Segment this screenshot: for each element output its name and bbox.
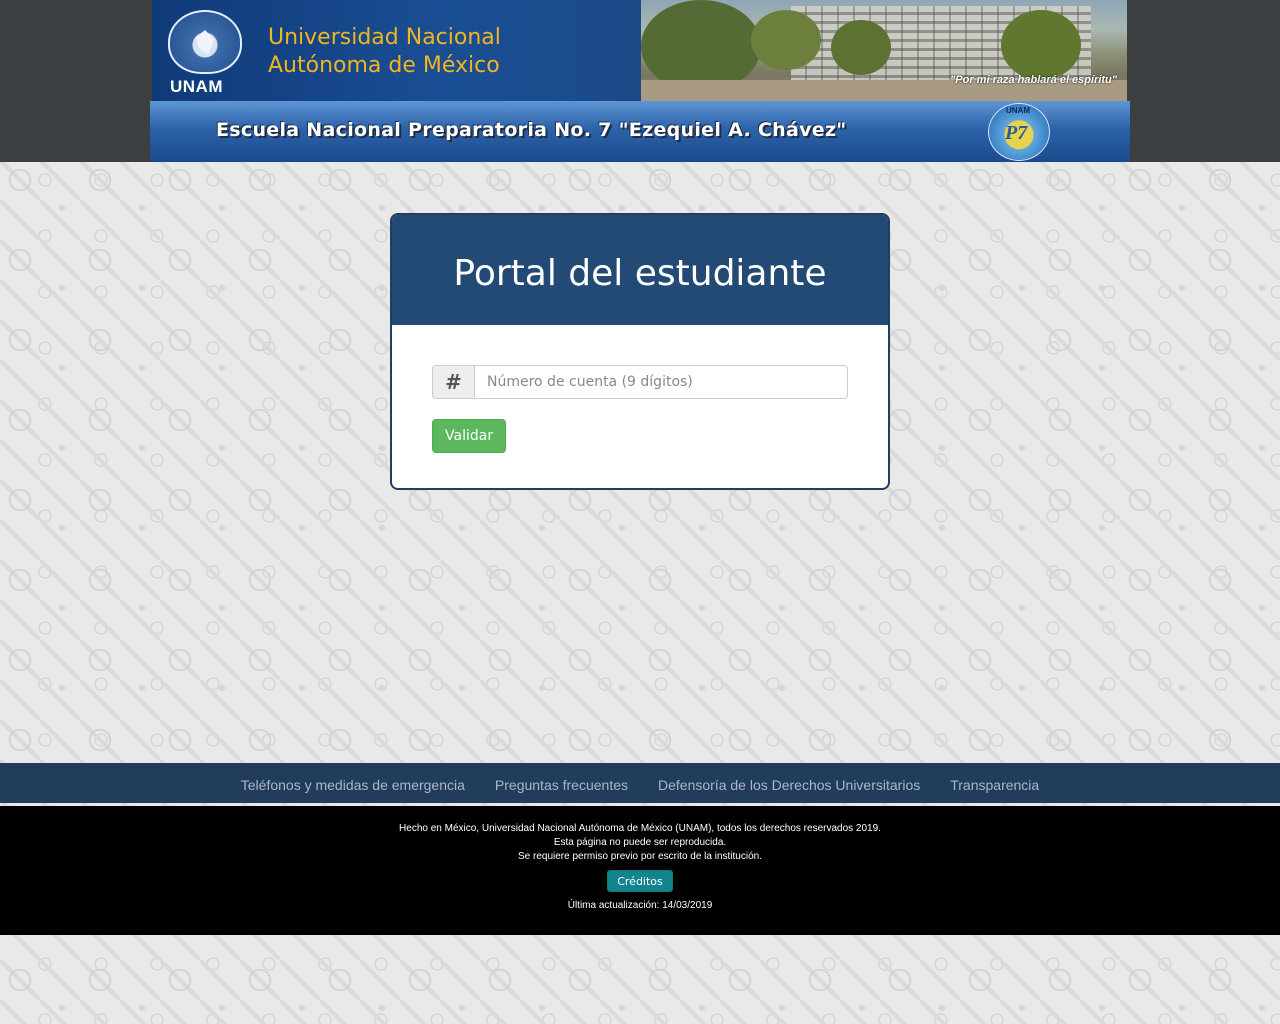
campus-photo: "Por mi raza hablará el espíritu" [641,0,1127,101]
unam-banner: UNAM Universidad Nacional Autónoma de Mé… [152,0,641,101]
footer-nav: Teléfonos y medidas de emergencia Pregun… [0,763,1280,803]
p7-logo: UNAM P7 [988,103,1050,161]
unam-name: Universidad Nacional Autónoma de México [268,24,501,80]
tree-image [751,10,821,70]
unam-name-line1: Universidad Nacional [268,25,501,50]
page-header: UNAM Universidad Nacional Autónoma de Mé… [0,0,1280,162]
tree-image [1001,10,1081,80]
unam-seal-logo [168,10,242,74]
footer-legal: Hecho en México, Universidad Nacional Au… [0,806,1280,935]
tree-image [641,0,761,92]
unam-name-line2: Autónoma de México [268,53,500,78]
unam-motto: "Por mi raza hablará el espíritu" [950,74,1117,86]
card-header: Portal del estudiante [392,215,888,325]
page-title: Portal del estudiante [453,252,827,294]
unam-acronym: UNAM [170,77,223,96]
legal-line: Esta página no puede ser reproducida. [553,837,727,848]
student-portal-card: Portal del estudiante # Validar [390,213,890,490]
credits-button[interactable]: Créditos [607,870,673,892]
validate-button[interactable]: Validar [432,419,507,453]
footer-link-transparency[interactable]: Transparencia [950,777,1039,793]
school-banner: Escuela Nacional Preparatoria No. 7 "Eze… [150,101,1130,162]
footer-link-emergency[interactable]: Teléfonos y medidas de emergencia [241,777,465,793]
account-number-input[interactable] [474,365,848,399]
tree-image [831,20,891,75]
legal-line: Hecho en México, Universidad Nacional Au… [399,823,881,834]
school-title: Escuela Nacional Preparatoria No. 7 "Eze… [216,119,847,141]
p7-logo-text: P7 [1005,122,1028,144]
legal-text: Hecho en México, Universidad Nacional Au… [0,806,1280,864]
hash-icon: # [432,365,474,399]
p7-logo-unam: UNAM [1006,106,1030,115]
legal-line: Se requiere permiso previo por escrito d… [517,851,762,862]
last-update-text: Última actualización: 14/03/2019 [567,900,713,911]
account-input-group: # [432,365,848,399]
footer-link-ombudsman[interactable]: Defensoría de los Derechos Universitario… [658,777,920,793]
footer-link-faq[interactable]: Preguntas frecuentes [495,777,628,793]
